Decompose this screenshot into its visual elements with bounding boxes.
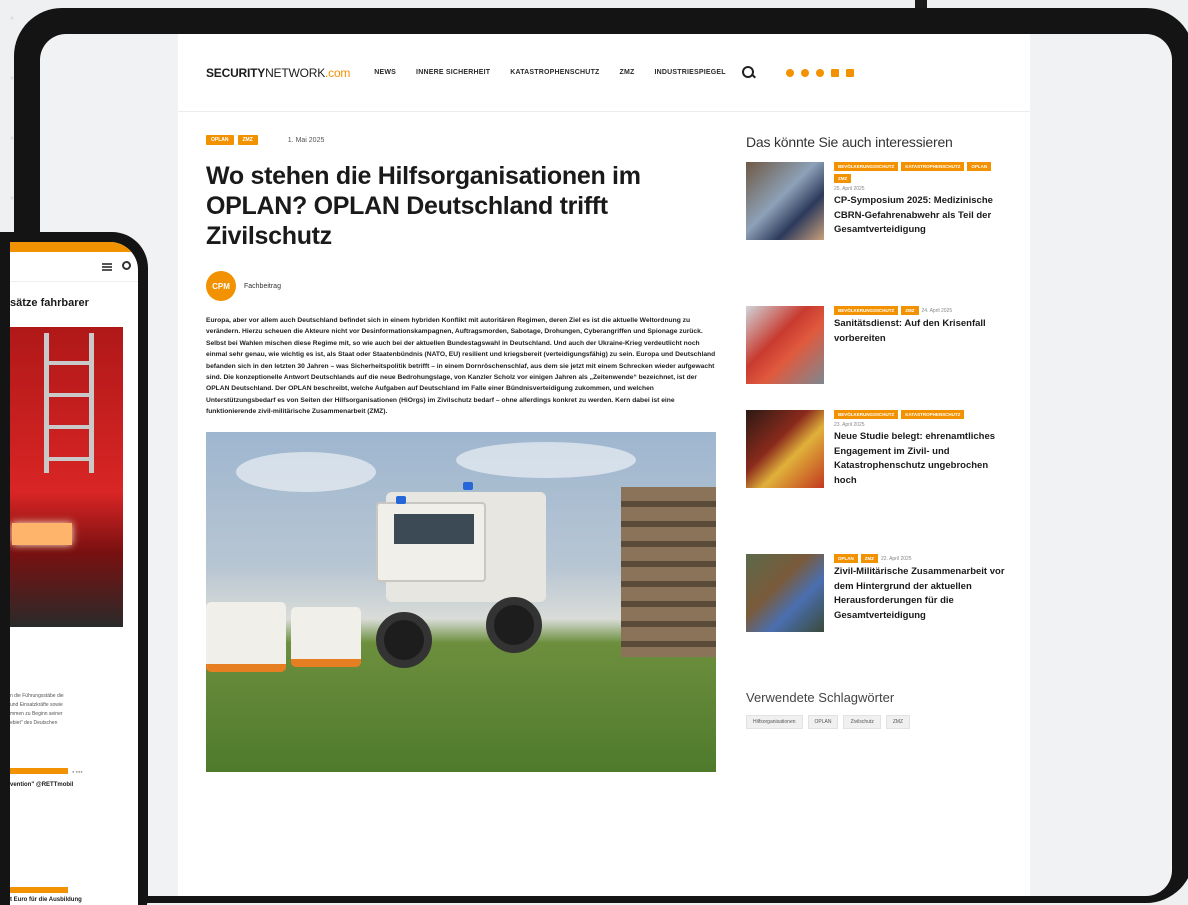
related-heading: Das könnte Sie auch interessieren	[746, 134, 953, 150]
keyword-tag[interactable]: Hilfsorganisationen	[746, 715, 803, 729]
article-body: Europa, aber vor allem auch Deutschland …	[206, 317, 716, 416]
keyword-list: Hilfsorganisationen OPLAN Zivilschutz ZM…	[746, 715, 911, 729]
article: OPLAN ZMZ 1. Mai 2025 Wo stehen die Hilf…	[206, 134, 718, 772]
phone-article-image	[10, 327, 123, 627]
related-thumbnail[interactable]	[746, 306, 824, 384]
menu-icon[interactable]	[102, 263, 112, 271]
related-tag[interactable]: BEVÖLKERUNGSSCHUTZ	[834, 410, 899, 419]
nav-item-innere-sicherheit[interactable]: INNERE SICHERHEIT	[416, 69, 490, 76]
truck-wheel	[486, 596, 542, 653]
author-name[interactable]: Fachbeitrag	[244, 283, 281, 290]
tablet-screen: SECURITYNETWORK.com NEWS INNERE SICHERHE…	[40, 34, 1172, 896]
related-title[interactable]: CP-Symposium 2025: Medizinische CBRN-Gef…	[834, 194, 1008, 238]
related-tag[interactable]: ZMZ	[901, 306, 919, 315]
keywords-heading: Verwendete Schlagwörter	[746, 690, 895, 705]
search-icon[interactable]	[741, 65, 756, 80]
truck-window	[394, 513, 474, 544]
social-links	[785, 68, 854, 77]
related-title[interactable]: Sanitätsdienst: Auf den Krisenfall vorbe…	[834, 317, 1008, 346]
related-date: 25. April 2025	[834, 186, 865, 192]
phone-related-link[interactable]: vention" @RETTmobil	[10, 782, 73, 788]
related-tag[interactable]: ZMZ	[834, 174, 852, 183]
related-tag[interactable]: BEVÖLKERUNGSSCHUTZ	[834, 306, 899, 315]
phone-tag[interactable]	[10, 887, 68, 893]
article-author: CPM Fachbeitrag	[206, 271, 718, 301]
related-item[interactable]: BEVÖLKERUNGSSCHUTZ ZMZ 24. April 2025 Sa…	[746, 306, 1008, 384]
whatsapp-icon[interactable]	[785, 68, 794, 77]
search-icon[interactable]	[122, 261, 131, 270]
vehicle-lights	[12, 523, 72, 545]
article-meta: OPLAN ZMZ 1. Mai 2025	[206, 134, 718, 146]
linkedin-icon[interactable]	[830, 68, 839, 77]
keyword-tag[interactable]: Zivilschutz	[843, 715, 881, 729]
nav-item-news[interactable]: NEWS	[374, 69, 396, 76]
rss-icon[interactable]	[845, 68, 854, 77]
phone-header	[10, 252, 138, 282]
related-tag[interactable]: OPLAN	[967, 162, 992, 171]
related-tag[interactable]: BEVÖLKERUNGSSCHUTZ	[834, 162, 899, 171]
phone-screen: sätze fahrbarer n die Führungsstäbe die …	[10, 242, 138, 905]
related-thumbnail[interactable]	[746, 554, 824, 632]
phone-tag[interactable]	[10, 768, 68, 774]
phone-date: ● ●●●	[72, 769, 83, 774]
related-title[interactable]: Zivil-Militärische Zusammenarbeit vor de…	[834, 565, 1008, 623]
nav-item-katastrophenschutz[interactable]: KATASTROPHENSCHUTZ	[510, 69, 599, 76]
related-thumbnail[interactable]	[746, 410, 824, 488]
blue-light	[396, 495, 406, 504]
ambulance-van	[291, 606, 361, 667]
related-item[interactable]: BEVÖLKERUNGSSCHUTZ KATASTROPHENSCHUTZ 23…	[746, 410, 1008, 488]
related-tag[interactable]: ZMZ	[860, 554, 878, 563]
phone-article-title: sätze fahrbarer	[10, 297, 89, 309]
instagram-icon[interactable]	[815, 68, 824, 77]
site-logo[interactable]: SECURITYNETWORK.com	[206, 66, 350, 80]
keyword-tag[interactable]: OPLAN	[807, 715, 839, 729]
cloud	[456, 441, 636, 478]
truck-wheel	[376, 611, 432, 668]
wood-pallets	[621, 486, 716, 657]
nav-item-zmz[interactable]: ZMZ	[620, 69, 635, 76]
nav-item-industriespiegel[interactable]: INDUSTRIESPIEGEL	[655, 69, 726, 76]
article-date: 1. Mai 2025	[287, 136, 325, 144]
related-item[interactable]: BEVÖLKERUNGSSCHUTZ KATASTROPHENSCHUTZ OP…	[746, 162, 1008, 240]
article-hero-image	[206, 431, 716, 772]
article-tag[interactable]: ZMZ	[237, 135, 258, 145]
phone-topbar	[10, 242, 138, 252]
phone-related-link[interactable]: t Euro für die Ausbildung	[10, 897, 82, 903]
article-title: Wo stehen die Hilfsorganisationen im OPL…	[206, 162, 641, 250]
related-sidebar: Das könnte Sie auch interessieren BEVÖLK…	[746, 134, 1008, 729]
related-title[interactable]: Neue Studie belegt: ehrenamtliches Engag…	[834, 430, 1008, 488]
related-tag[interactable]: KATASTROPHENSCHUTZ	[901, 410, 965, 419]
ambulance-van	[206, 601, 286, 672]
related-date: 24. April 2025	[921, 307, 953, 314]
related-thumbnail[interactable]	[746, 162, 824, 240]
ladder	[44, 333, 94, 473]
tablet-device: SECURITYNETWORK.com NEWS INNERE SICHERHE…	[14, 8, 1188, 903]
blue-light	[463, 481, 473, 490]
phone-article-text: n die Führungsstäbe die und Einsatzkräft…	[10, 693, 64, 726]
related-item[interactable]: OPLAN ZMZ 22. April 2025 Zivil-Militäris…	[746, 554, 1008, 632]
main-nav: NEWS INNERE SICHERHEIT KATASTROPHENSCHUT…	[374, 69, 726, 76]
web-page: SECURITYNETWORK.com NEWS INNERE SICHERHE…	[178, 34, 1030, 896]
keyword-tag[interactable]: ZMZ	[885, 715, 911, 729]
related-date: 22. April 2025	[881, 555, 912, 562]
related-tag[interactable]: KATASTROPHENSCHUTZ	[901, 162, 965, 171]
author-avatar[interactable]: CPM	[206, 271, 236, 301]
cloud	[236, 451, 376, 492]
article-tag[interactable]: OPLAN	[206, 135, 234, 145]
related-date: 23. April 2025	[834, 422, 865, 428]
facebook-icon[interactable]	[800, 68, 809, 77]
site-header: SECURITYNETWORK.com NEWS INNERE SICHERHE…	[178, 34, 1030, 112]
related-tag[interactable]: OPLAN	[834, 554, 858, 563]
phone-device: sätze fahrbarer n die Führungsstäbe die …	[0, 232, 148, 905]
